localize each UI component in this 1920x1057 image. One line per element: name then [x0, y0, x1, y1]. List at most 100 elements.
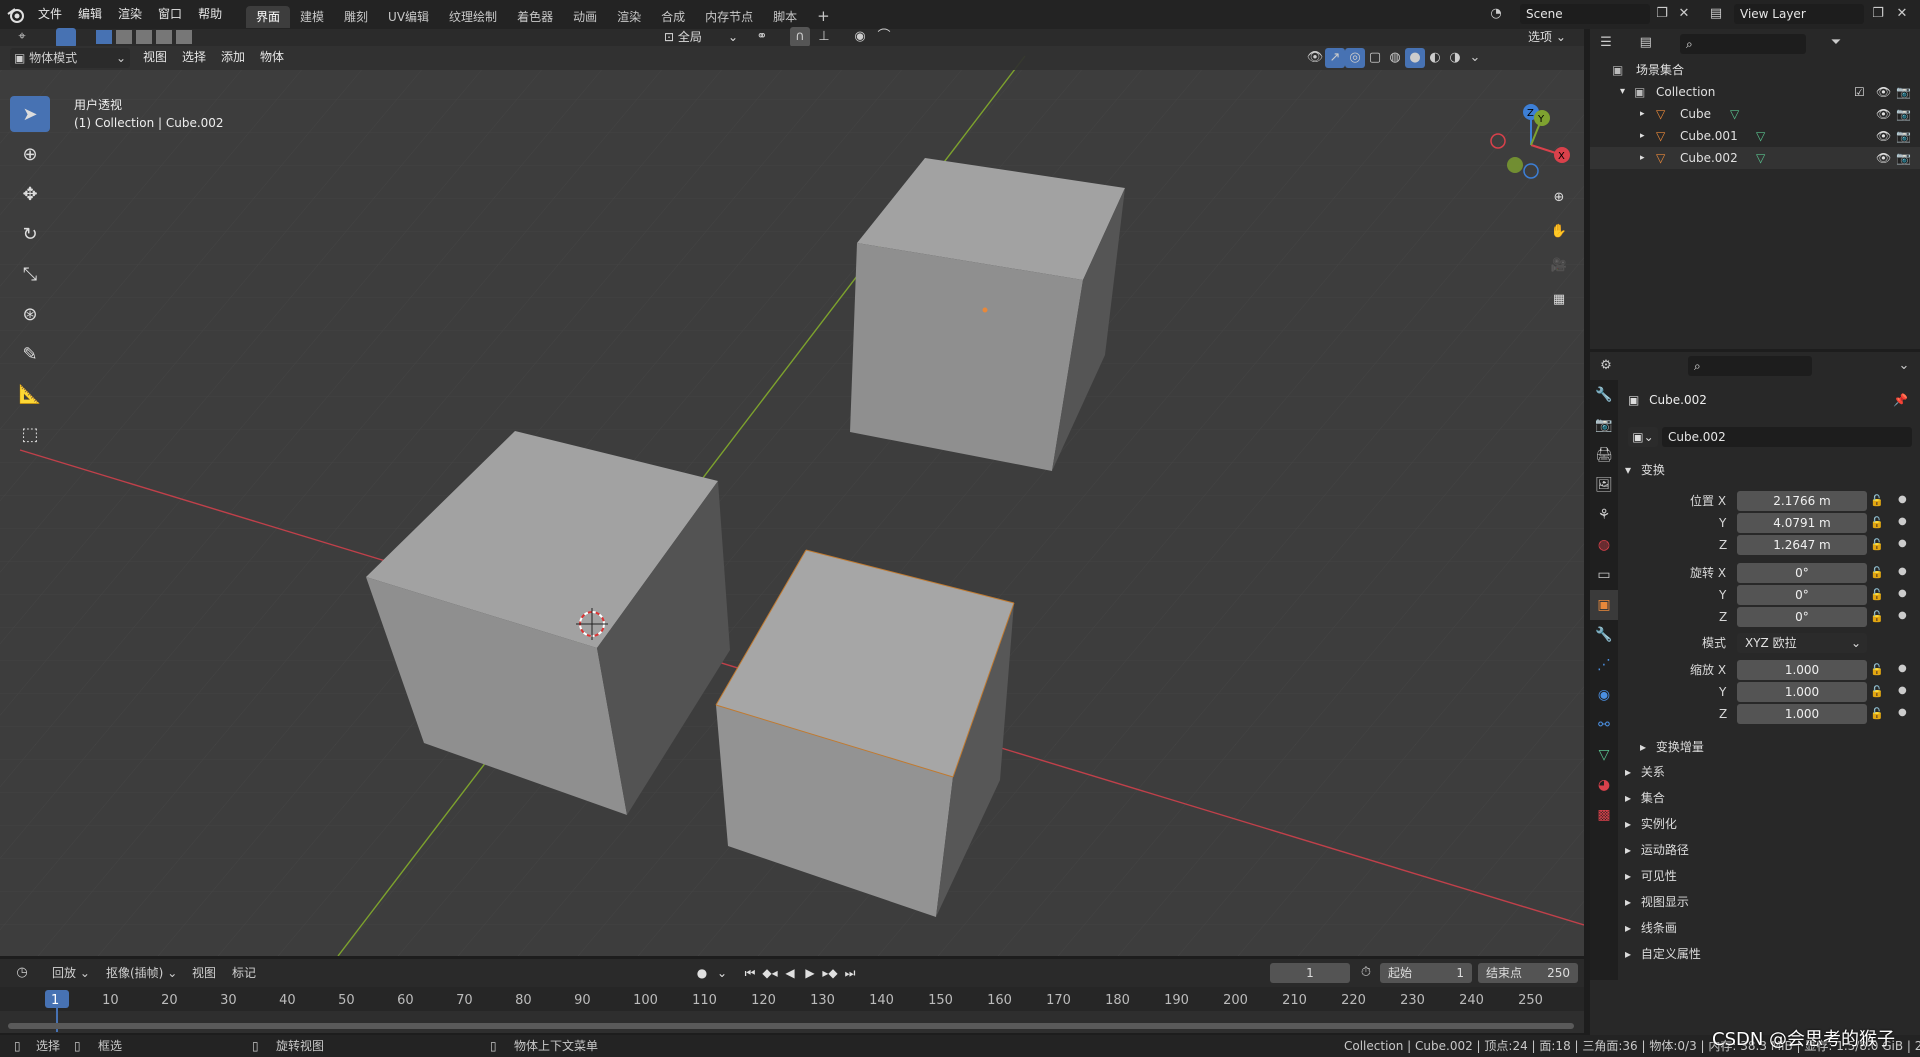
tab-uv-editing[interactable]: UV编辑	[378, 6, 439, 28]
zoom-icon[interactable]: ⊕	[1549, 188, 1569, 208]
expand-icon[interactable]: ▸	[1640, 147, 1645, 169]
tab-animation[interactable]: 动画	[563, 6, 607, 28]
lock-icon[interactable]: 🔓	[1870, 610, 1884, 623]
gizmo-toggle-icon[interactable]: ↗	[1325, 48, 1345, 68]
tab-modeling[interactable]: 建模	[290, 6, 334, 28]
timeline-view-menu[interactable]: 视图	[192, 963, 216, 983]
keyframe-dot-icon[interactable]: ●	[1898, 494, 1907, 505]
keyframe-dot-icon[interactable]: ●	[1898, 610, 1907, 621]
data-browse-icon[interactable]: ▣⌄	[1628, 427, 1658, 447]
rotation-z-field[interactable]: 0°	[1737, 607, 1867, 627]
data-tab-icon[interactable]: ▽	[1590, 740, 1618, 770]
collections-panel-header[interactable]: ▸ 集合	[1625, 787, 1665, 809]
rotation-y-field[interactable]: 0°	[1737, 585, 1867, 605]
rendered-shading-icon[interactable]: ◑	[1445, 48, 1465, 68]
tab-sculpting[interactable]: 雕刻	[334, 6, 378, 28]
object-name-input[interactable]: Cube.002	[1662, 427, 1912, 447]
tab-texture-paint[interactable]: 纹理绘制	[439, 6, 507, 28]
scene-collection-row[interactable]: ▣ 场景集合	[1590, 59, 1920, 81]
tool-tab-icon[interactable]: 🔧	[1590, 380, 1618, 410]
menu-file[interactable]: 文件	[30, 0, 70, 29]
location-x-field[interactable]: 2.1766 m	[1737, 491, 1867, 511]
solid-shading-icon[interactable]: ●	[1405, 48, 1425, 68]
object-tab-icon[interactable]: ▣	[1590, 590, 1618, 620]
tab-rendering[interactable]: 渲染	[607, 6, 651, 28]
rotation-x-field[interactable]: 0°	[1737, 563, 1867, 583]
texture-tab-icon[interactable]: ▩	[1590, 800, 1618, 830]
custom-properties-panel-header[interactable]: ▸ 自定义属性	[1625, 943, 1701, 965]
output-tab-icon[interactable]: 🖨	[1590, 440, 1618, 470]
properties-search-input[interactable]: ⌕	[1688, 356, 1812, 376]
tab-compositing[interactable]: 合成	[651, 6, 695, 28]
select-tool-icon[interactable]	[56, 28, 76, 48]
menu-window[interactable]: 窗口	[150, 0, 190, 29]
keyframe-dot-icon[interactable]: ●	[1898, 685, 1907, 696]
close-view-layer-icon[interactable]: ✕	[1892, 4, 1912, 24]
render-camera-icon[interactable]: 📷	[1896, 81, 1911, 103]
timeline-marker-menu[interactable]: 标记	[232, 963, 256, 983]
lock-icon[interactable]: 🔓	[1870, 663, 1884, 676]
keying-dropdown[interactable]: 抠像(插帧) ⌄	[106, 963, 182, 983]
properties-editor-icon[interactable]: ⚙	[1596, 356, 1616, 376]
new-view-layer-icon[interactable]: ❐	[1868, 4, 1888, 24]
add-cube-tool[interactable]: ⬚	[10, 416, 50, 452]
shading-dropdown-icon[interactable]: ⌄	[1465, 48, 1485, 68]
menu-edit[interactable]: 编辑	[70, 0, 110, 29]
outliner-object-row[interactable]: ▸ ▽ Cube.001 ▽ 👁 📷	[1590, 125, 1920, 147]
move-tool[interactable]: ✥	[10, 176, 50, 212]
delta-transform-header[interactable]: ▸ 变换增量	[1640, 736, 1704, 758]
snap-target-icon[interactable]: ⊥	[814, 27, 834, 47]
material-shading-icon[interactable]: ◐	[1425, 48, 1445, 68]
keyframe-dot-icon[interactable]: ●	[1898, 516, 1907, 527]
jump-end-icon[interactable]: ⏭	[840, 963, 860, 983]
auto-key-dropdown-icon[interactable]: ⌄	[712, 963, 732, 983]
display-mode-icon[interactable]: ▤	[1636, 33, 1656, 53]
transform-tool[interactable]: ⊛	[10, 296, 50, 332]
collection-tab-icon[interactable]: ▭	[1590, 560, 1618, 590]
stopwatch-icon[interactable]: ⏱	[1356, 963, 1376, 983]
jump-start-icon[interactable]: ⏮	[740, 963, 760, 983]
menu-render[interactable]: 渲染	[110, 0, 150, 29]
keyframe-dot-icon[interactable]: ●	[1898, 588, 1907, 599]
next-keyframe-icon[interactable]: ▸◆	[820, 963, 840, 983]
options-dropdown[interactable]: 选项 ⌄	[1528, 29, 1578, 46]
pan-hand-icon[interactable]: ✋	[1549, 222, 1569, 242]
outliner-object-row[interactable]: ▸ ▽ Cube ▽ 👁 📷	[1590, 103, 1920, 125]
lock-icon[interactable]: 🔓	[1870, 566, 1884, 579]
physics-tab-icon[interactable]: ◉	[1590, 680, 1618, 710]
menu-view[interactable]: 视图	[135, 43, 175, 72]
keyframe-dot-icon[interactable]: ●	[1898, 707, 1907, 718]
lock-icon[interactable]: 🔓	[1870, 685, 1884, 698]
mesh-data-icon[interactable]: ▽	[1756, 125, 1765, 147]
scale-y-field[interactable]: 1.000	[1737, 682, 1867, 702]
view-layer-tab-icon[interactable]: 🖼	[1590, 470, 1618, 500]
3d-viewport[interactable]: 用户透视 (1) Collection | Cube.002 Z Y X ⊕ ✋…	[0, 46, 1584, 956]
snap-icon[interactable]: ∩	[790, 27, 810, 47]
view-layer-icon[interactable]: ▤	[1706, 4, 1726, 24]
close-scene-icon[interactable]: ✕	[1674, 4, 1694, 24]
pin-icon[interactable]: 📌	[1893, 389, 1908, 411]
navigation-gizmo[interactable]: Z Y X	[1480, 98, 1570, 188]
visibility-eye-icon[interactable]: 👁	[1876, 81, 1891, 103]
outliner-editor-icon[interactable]: ☰	[1596, 33, 1616, 53]
timeline-scrollbar[interactable]	[8, 1023, 1574, 1029]
keyframe-dot-icon[interactable]: ●	[1898, 566, 1907, 577]
collection-row[interactable]: ▾ ▣ Collection ☑ 👁 📷	[1590, 81, 1920, 103]
playback-dropdown[interactable]: 回放 ⌄	[52, 963, 98, 983]
material-tab-icon[interactable]: ◕	[1590, 770, 1618, 800]
mode-dropdown[interactable]: ▣ 物体模式 ⌄	[10, 48, 130, 68]
end-frame-field[interactable]: 结束点 250	[1478, 963, 1578, 983]
lock-icon[interactable]: 🔓	[1870, 588, 1884, 601]
menu-help[interactable]: 帮助	[190, 0, 230, 29]
exclude-checkbox[interactable]: ☑	[1854, 81, 1865, 103]
scene-name-field[interactable]: Scene	[1520, 4, 1650, 24]
select-box-tool[interactable]: ➤	[10, 96, 50, 132]
mesh-data-icon[interactable]: ▽	[1730, 103, 1739, 125]
menu-object[interactable]: 物体	[252, 43, 292, 72]
keyframe-dot-icon[interactable]: ●	[1898, 663, 1907, 674]
filter-icon[interactable]: ⏷	[1826, 33, 1846, 53]
rotate-tool[interactable]: ↻	[10, 216, 50, 252]
timeline-editor-icon[interactable]: ◷	[12, 963, 32, 983]
world-tab-icon[interactable]: ◍	[1590, 530, 1618, 560]
scale-tool[interactable]: ⤡	[10, 256, 50, 292]
